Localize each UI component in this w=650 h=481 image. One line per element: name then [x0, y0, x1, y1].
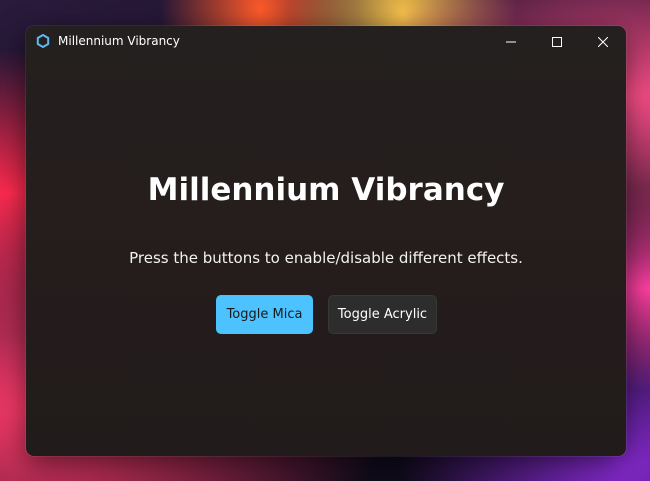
hexagon-icon — [36, 34, 50, 48]
caption-controls — [488, 26, 626, 56]
main-content: Millennium Vibrancy Press the buttons to… — [26, 56, 626, 456]
close-icon — [597, 32, 609, 51]
desktop-wallpaper: Millennium Vibrancy Millennium Vibrancy … — [0, 0, 650, 481]
maximize-icon — [552, 32, 562, 51]
page-title: Millennium Vibrancy — [147, 172, 505, 208]
page-description: Press the buttons to enable/disable diff… — [129, 249, 523, 267]
minimize-button[interactable] — [488, 26, 534, 56]
toggle-mica-button[interactable]: Toggle Mica — [216, 295, 313, 334]
app-window: Millennium Vibrancy Millennium Vibrancy … — [26, 26, 626, 456]
close-button[interactable] — [580, 26, 626, 56]
window-title: Millennium Vibrancy — [58, 34, 180, 48]
toggle-acrylic-button[interactable]: Toggle Acrylic — [328, 295, 437, 334]
title-bar[interactable]: Millennium Vibrancy — [26, 26, 626, 56]
minimize-icon — [506, 32, 516, 51]
maximize-button[interactable] — [534, 26, 580, 56]
